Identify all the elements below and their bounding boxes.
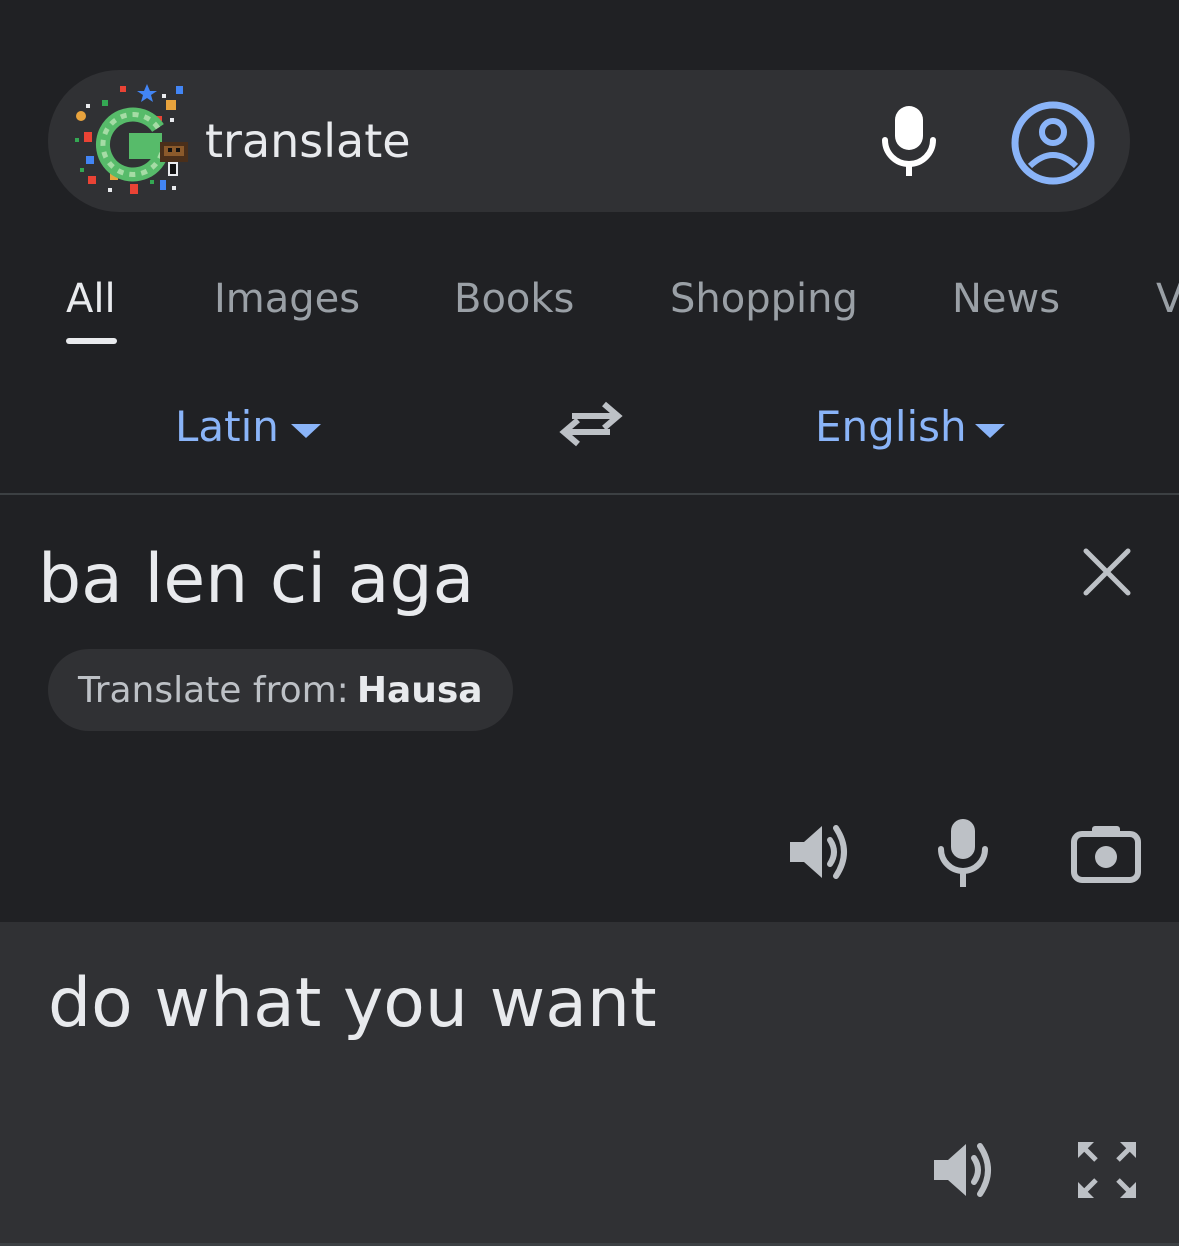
search-query[interactable]: translate [205,113,411,169]
search-tabs: All Images Books Shopping News V [0,250,1179,374]
detected-language-label: Hausa [356,669,483,711]
mic-icon[interactable] [876,104,942,178]
tab-news[interactable]: News [952,274,1060,324]
source-text-input[interactable]: ba len ci aga [38,540,474,620]
source-language-select[interactable]: Latin [175,402,279,452]
mic-icon[interactable] [934,815,992,889]
source-language-chevron-down-icon[interactable] [291,424,321,438]
google-search-page: translate All Images Books Shopping News… [0,0,1179,1246]
target-language-select[interactable]: English [815,402,967,452]
account-circle-icon[interactable] [1010,100,1096,186]
tab-images[interactable]: Images [214,274,360,324]
detected-language-chip[interactable]: Translate from: Hausa [48,649,513,731]
target-language-chevron-down-icon[interactable] [975,424,1005,438]
tab-videos[interactable]: V [1156,274,1179,324]
speaker-icon[interactable] [786,820,852,884]
detect-prefix-label: Translate from: [78,669,349,711]
translated-text: do what you want [48,964,657,1043]
tab-all[interactable]: All [66,274,116,324]
google-doodle-logo[interactable] [72,80,192,200]
swap-languages-icon[interactable] [558,398,624,448]
tab-shopping[interactable]: Shopping [670,274,858,324]
close-icon[interactable] [1080,545,1134,599]
speaker-icon[interactable] [930,1138,996,1202]
fullscreen-icon[interactable] [1074,1138,1140,1202]
tab-books[interactable]: Books [454,274,574,324]
active-tab-indicator [66,338,117,344]
camera-icon[interactable] [1070,822,1142,884]
